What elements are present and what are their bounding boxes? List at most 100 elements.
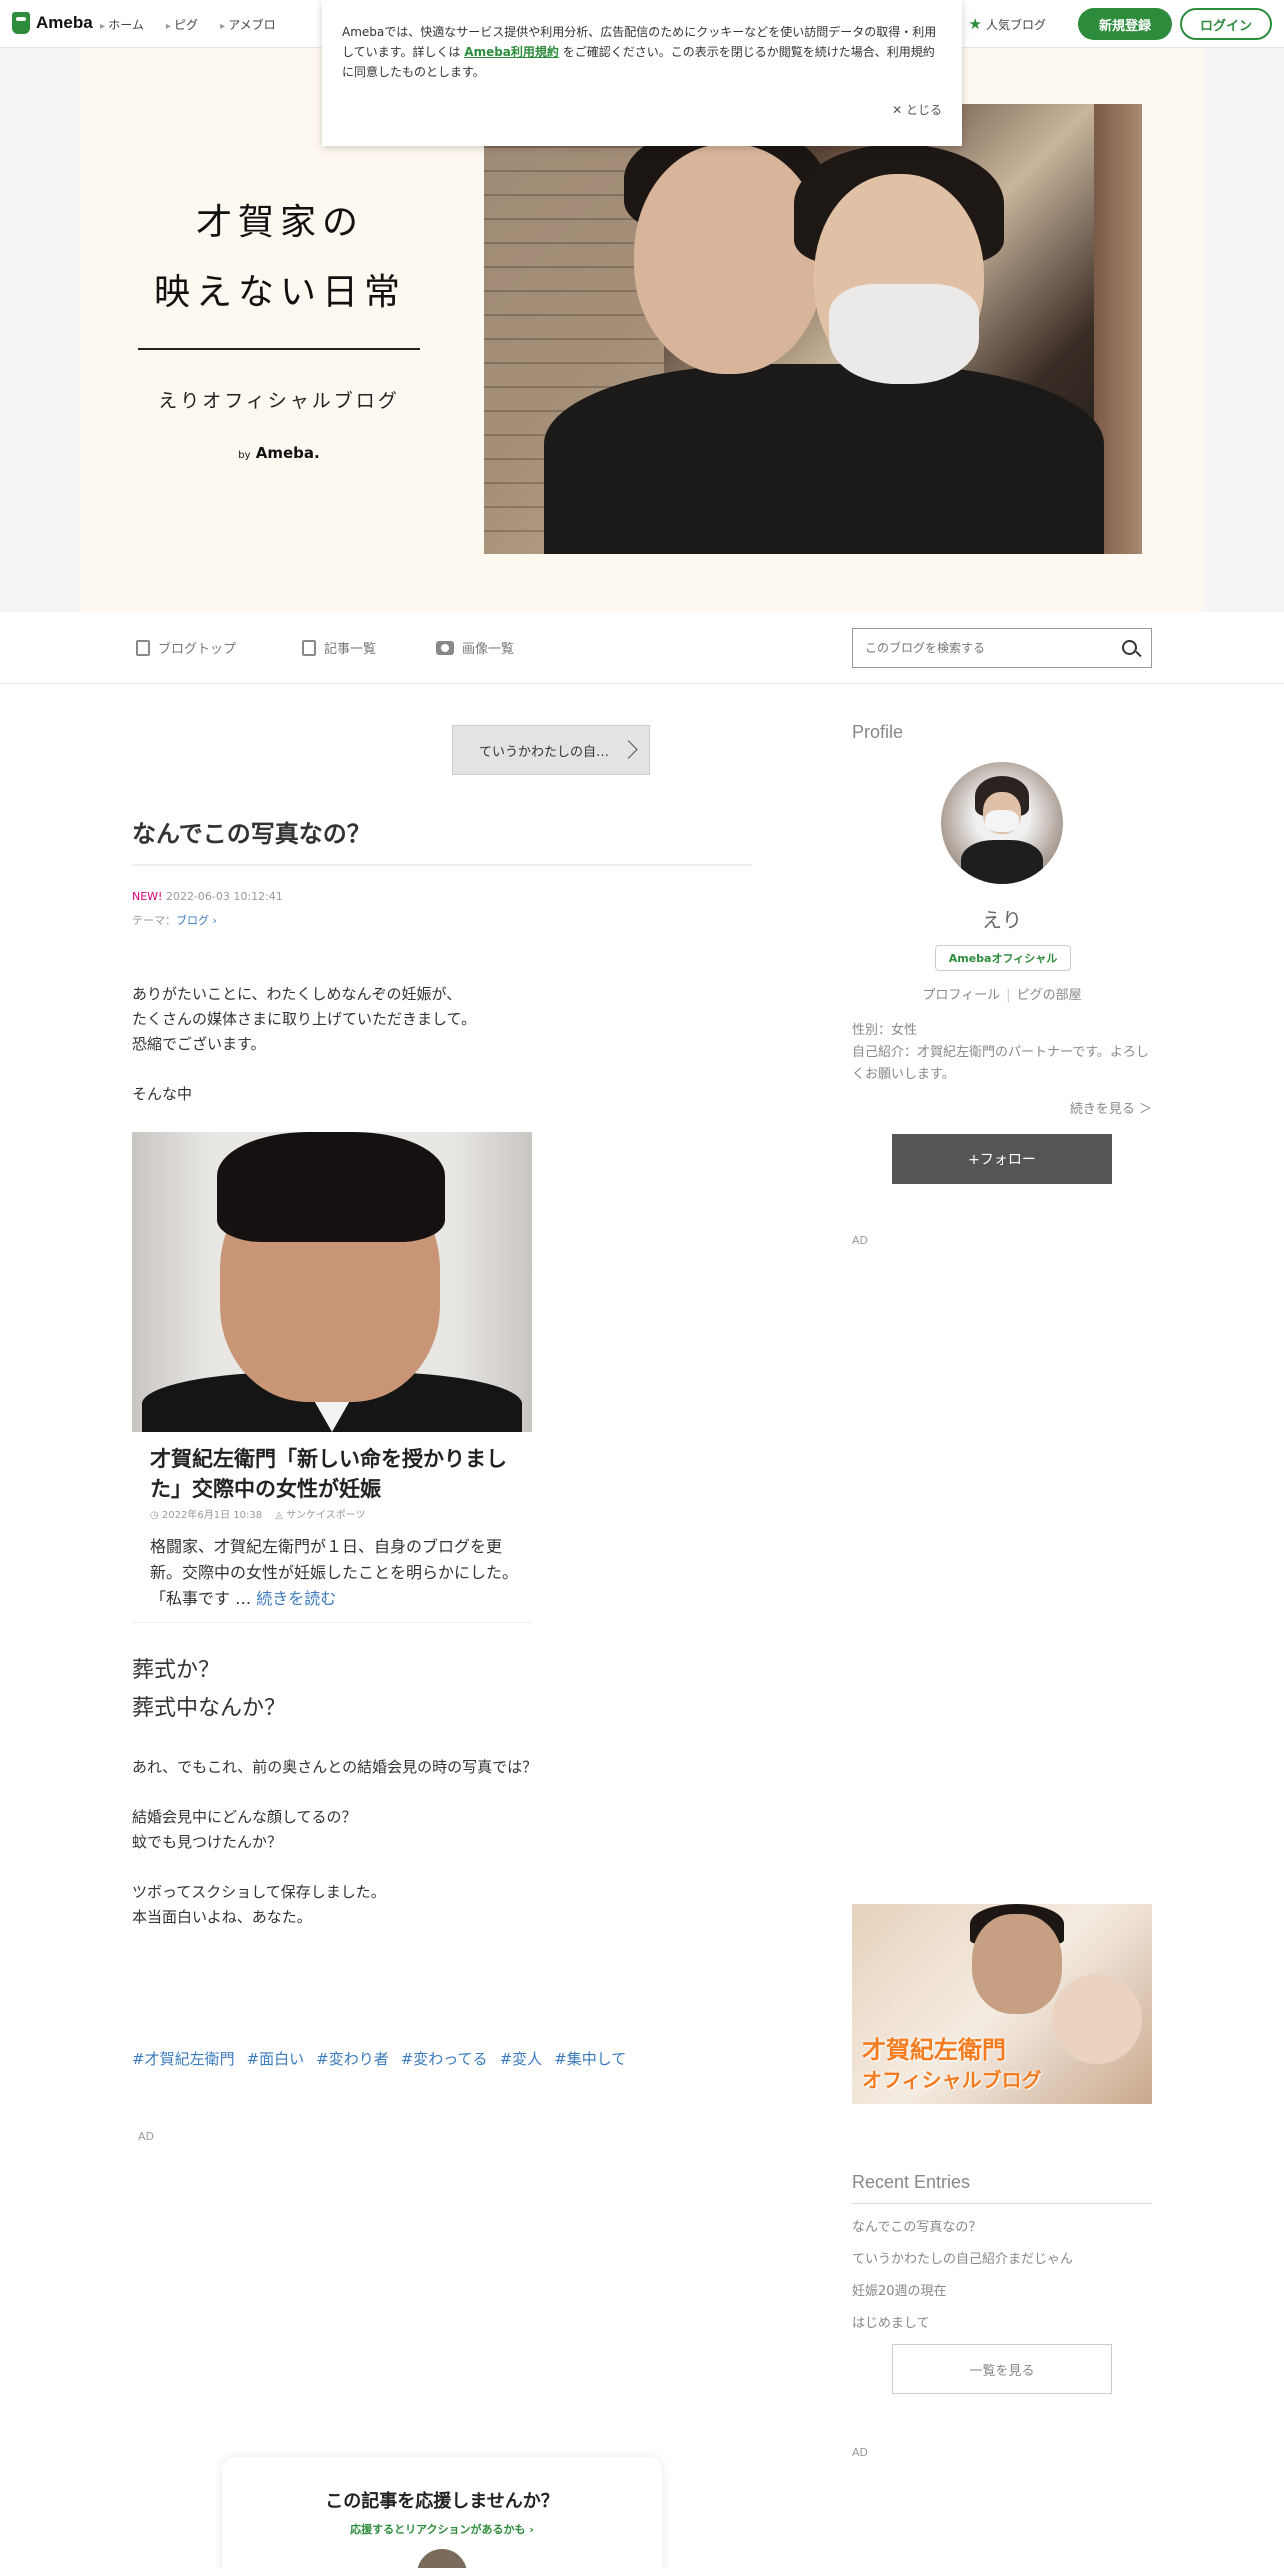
blog-search: [852, 628, 1152, 668]
entry-date: 2022-06-03 10:12:41: [165, 890, 283, 903]
by-label: by: [238, 450, 251, 461]
profile-link[interactable]: プロフィール: [922, 988, 1000, 1003]
profile-intro: 自己紹介：才賀紀左衛門のパートナーです。よろしくお願いします。: [852, 1045, 1149, 1082]
news-photo: [132, 1132, 532, 1432]
hashtag[interactable]: #才賀紀左衛門: [132, 2048, 235, 2069]
hashtag[interactable]: #変わり者: [316, 2048, 389, 2069]
view-all-button[interactable]: 一覧を見る: [892, 2344, 1112, 2394]
ameba-logo-text: Ameba: [36, 13, 93, 32]
cheer-link[interactable]: 応援するとリアクションがあるかも ›: [222, 2521, 662, 2537]
nav-pigg[interactable]: ピグ: [166, 16, 198, 33]
text-line: ツボってスクショして保存しました。: [132, 1883, 386, 1901]
blog-nav: ブログトップ 記事一覧 画像一覧: [0, 612, 1284, 684]
profile-name[interactable]: えり: [852, 904, 1152, 933]
news-embed-card[interactable]: 才賀紀左衛門「新しい命を授かりました」交際中の女性が妊娠 ◷ 2022年6月1日…: [132, 1132, 532, 1632]
recent-rule: [852, 2203, 1152, 2204]
divider: |: [1006, 988, 1011, 1003]
text-line: 本当面白いよね、あなた。: [132, 1908, 312, 1926]
card-divider: [132, 1622, 532, 1623]
official-badge: Amebaオフィシャル: [935, 945, 1071, 971]
profile-info: 性別：女性 自己紹介：才賀紀左衛門のパートナーです。よろしくお願いします。: [852, 1020, 1152, 1086]
text-line: ありがたいことに、わたくしめなんぞの妊娠が、: [132, 985, 462, 1003]
entry-heading-question: 葬式か？ 葬式中なんか？: [132, 1652, 286, 1728]
hashtag[interactable]: #変人: [500, 2048, 543, 2069]
recent-entries-heading: Recent Entries: [852, 2172, 971, 2192]
banner-baby: [1052, 1974, 1142, 2064]
search-icon[interactable]: [1122, 640, 1137, 655]
entry-paragraph-3: あれ、でもこれ、前の奥さんとの結婚会見の時の写真では？: [132, 1758, 538, 1776]
ad-label: AD: [138, 2130, 154, 2143]
recent-entries-list: なんでこの写真なの？ ていうかわたしの自己紹介まだじゃん 妊娠20週の現在 はじ…: [852, 2212, 1073, 2340]
entry-paragraph-4: 結婚会見中にどんな顔してるの？ 蚊でも見つけたんか？: [132, 1805, 357, 1855]
sidebar-ad-label-2: AD: [852, 2446, 868, 2459]
theme-label: テーマ：: [132, 914, 176, 927]
hashtag-list: #才賀紀左衛門 #面白い #変わり者 #変わってる #変人 #集中して: [132, 2048, 626, 2069]
cheer-box: この記事を応援しませんか？ 応援するとリアクションがあるかも ›: [222, 2457, 662, 2568]
profile-heading: Profile: [852, 722, 904, 742]
follow-button[interactable]: +フォロー: [892, 1134, 1112, 1184]
previous-entry-button[interactable]: ていうかわたしの自…: [452, 725, 650, 775]
popular-blog-link[interactable]: ★ 人気ブログ: [969, 15, 1046, 33]
nav-home[interactable]: ホーム: [100, 16, 144, 33]
sidebar-ad-label: AD: [852, 1234, 868, 1247]
recent-entry[interactable]: 妊娠20週の現在: [852, 2276, 1073, 2308]
entry-paragraph-2: そんな中: [132, 1085, 193, 1103]
cookie-notice: Amebaでは、快適なサービス提供や利用分析、広告配信のためにクッキーなどを使い…: [322, 0, 962, 146]
text-line: たくさんの媒体さまに取り上げていただきまして。: [132, 1010, 477, 1028]
face-mask: [829, 284, 979, 384]
cookie-close-button[interactable]: ✕ とじる: [892, 100, 942, 120]
coats: [544, 364, 1104, 554]
profile-avatar[interactable]: [941, 762, 1063, 884]
hashtag[interactable]: #面白い: [247, 2048, 305, 2069]
entry-paragraph-5: ツボってスクショして保存しました。 本当面白いよね、あなた。: [132, 1880, 386, 1930]
recent-entry[interactable]: ていうかわたしの自己紹介まだじゃん: [852, 2244, 1073, 2276]
banner-title: 才賀紀左衛門: [862, 2036, 1006, 2064]
popular-blog-label: 人気ブログ: [985, 17, 1046, 32]
camera-icon: [436, 640, 454, 655]
document-icon: [136, 639, 150, 656]
news-date: 2022年6月1日 10:38: [161, 1510, 263, 1521]
news-title[interactable]: 才賀紀左衛門「新しい命を授かりました」交際中の女性が妊娠: [150, 1444, 520, 1504]
hashtag[interactable]: #集中して: [554, 2048, 626, 2069]
text-line: 葬式中なんか？: [132, 1696, 287, 1721]
blog-subtitle: えりオフィシャルブログ: [158, 390, 400, 412]
ameba-logo-icon: [12, 12, 30, 34]
nav-image-list[interactable]: 画像一覧: [436, 638, 514, 657]
news-meta: ◷ 2022年6月1日 10:38 ◬ サンケイスポーツ: [150, 1506, 365, 1521]
nav-ameblo[interactable]: アメブロ: [220, 16, 275, 33]
entry-title[interactable]: なんでこの写真なの？: [132, 814, 371, 849]
nav-blog-top[interactable]: ブログトップ: [136, 638, 236, 657]
blog-title-line1: 才賀家の: [195, 202, 364, 243]
banner-man: [972, 1914, 1062, 2014]
hashtag[interactable]: #変わってる: [401, 2048, 488, 2069]
header-actions: ★ 人気ブログ 新規登録 ログイン: [969, 8, 1272, 40]
pigg-room-link[interactable]: ピグの部屋: [1017, 988, 1082, 1003]
ameba-logo[interactable]: Ameba: [12, 12, 93, 34]
news-source: サンケイスポーツ: [286, 1510, 366, 1521]
title-divider: [138, 348, 420, 350]
official-blog-banner[interactable]: 才賀紀左衛門 オフィシャルブログ: [852, 1904, 1152, 2104]
profile-links: プロフィール | ピグの部屋: [852, 984, 1152, 1003]
read-more-profile-link[interactable]: 続きを見る ＞: [852, 1098, 1152, 1117]
login-button[interactable]: ログイン: [1180, 8, 1272, 40]
couple-photo: [484, 104, 1142, 554]
news-description: 格闘家、才賀紀左衛門が１日、自身のブログを更新。交際中の女性が妊娠したことを明ら…: [150, 1534, 522, 1612]
read-more-link[interactable]: 続きを読む: [256, 1589, 336, 1608]
nav-image-list-label: 画像一覧: [462, 642, 515, 657]
avatar-body: [961, 840, 1043, 884]
clock-icon: ◷: [150, 1510, 162, 1521]
register-button[interactable]: 新規登録: [1078, 8, 1172, 40]
nav-entry-list[interactable]: 記事一覧: [302, 638, 376, 657]
cheer-question: この記事を応援しませんか？: [325, 2491, 559, 2512]
profile-gender: 性別：女性: [852, 1023, 918, 1038]
recent-entry[interactable]: はじめまして: [852, 2308, 1073, 2340]
search-input[interactable]: [853, 629, 1103, 667]
blog-title[interactable]: 才賀家の 映えない日常: [140, 188, 420, 328]
top-nav: ホーム ピグ アメブロ: [100, 16, 275, 33]
terms-link[interactable]: Ameba利用規約: [464, 45, 559, 59]
copy-icon: [302, 639, 316, 656]
star-icon: ★: [968, 15, 982, 33]
text-line: 蚊でも見つけたんか？: [132, 1833, 283, 1851]
theme-link[interactable]: ブログ: [176, 914, 209, 927]
recent-entry[interactable]: なんでこの写真なの？: [852, 2212, 1073, 2244]
